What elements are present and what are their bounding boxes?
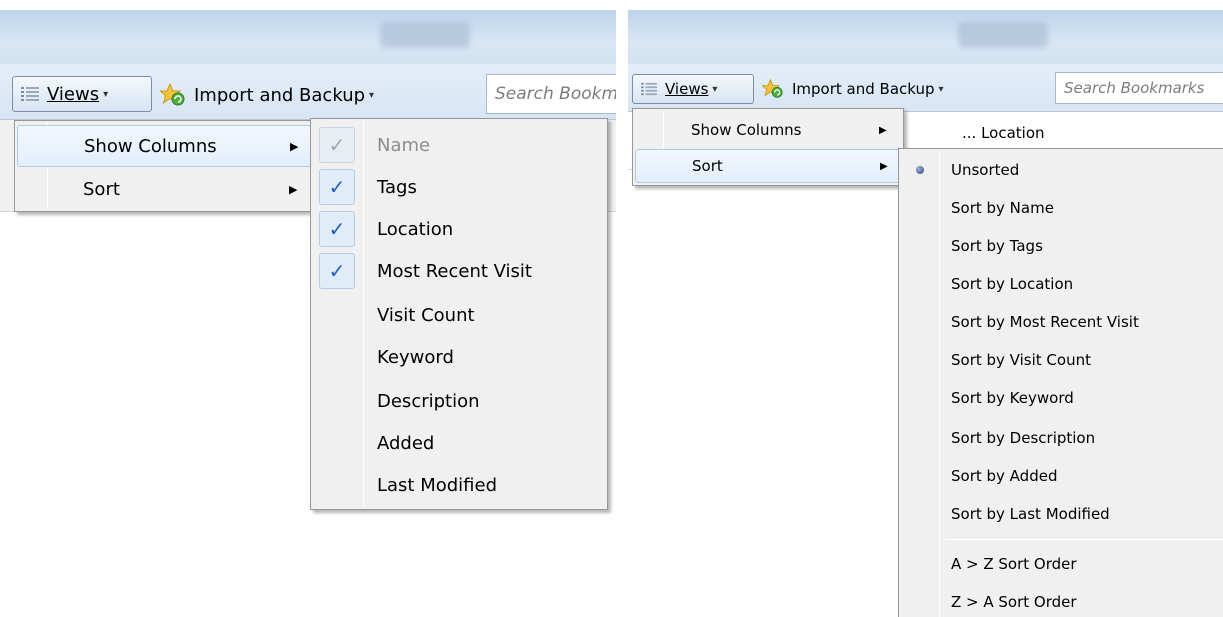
menu-item-sort[interactable]: Sort ▶ <box>635 149 901 183</box>
window-title-strip <box>0 10 616 64</box>
menu-item-show-columns[interactable]: Show Columns ▶ <box>17 125 311 167</box>
show-columns-submenu: ✓ Name ✓ Tags ✓ Location ✓ Most Recent V… <box>310 118 608 510</box>
menu-item-label: Show Columns <box>84 136 217 157</box>
views-menu: Show Columns ▶ Sort ▶ <box>14 120 314 212</box>
radio-bullet-icon <box>907 157 933 183</box>
star-refresh-icon <box>762 79 784 99</box>
column-item-added[interactable]: Added <box>313 423 605 463</box>
chevron-down-icon: ▾ <box>938 83 944 95</box>
submenu-arrow-icon: ▶ <box>289 182 298 196</box>
location-column-header[interactable]: ... Location <box>962 124 1045 142</box>
sort-item-keyword[interactable]: Sort by Keyword <box>901 381 1223 415</box>
column-item-name[interactable]: ✓ Name <box>313 125 605 165</box>
menu-item-show-columns[interactable]: Show Columns ▶ <box>635 113 901 147</box>
column-label: Last Modified <box>377 474 498 496</box>
column-label: Location <box>377 218 454 240</box>
sort-item-z-a[interactable]: Z > A Sort Order <box>901 585 1223 617</box>
column-label: Added <box>377 432 435 454</box>
checkmark-icon: ✓ <box>319 169 355 205</box>
library-toolbar: Views ▾ Import and Backup ▾ <box>628 64 1223 112</box>
sort-label: Sort <box>692 157 723 175</box>
sort-label: Sort by Location <box>951 275 1074 293</box>
sort-label: Sort by Most Recent Visit <box>951 313 1139 331</box>
menu-separator <box>945 539 1223 540</box>
sort-label: Sort <box>83 178 120 200</box>
import-backup-button[interactable]: Import and Backup ▾ <box>160 80 374 110</box>
submenu-arrow-icon: ▶ <box>880 160 888 172</box>
column-item-tags[interactable]: ✓ Tags <box>313 167 605 207</box>
column-item-description[interactable]: Description <box>313 381 605 421</box>
chevron-down-icon: ▾ <box>103 88 109 100</box>
column-label: Most Recent Visit <box>377 260 532 282</box>
submenu-arrow-icon: ▶ <box>879 124 887 136</box>
right-screenshot: Views ▾ Import and Backup ▾ ... Location… <box>628 0 1223 617</box>
search-field[interactable] <box>486 74 616 114</box>
sort-item-location[interactable]: Sort by Location <box>901 267 1223 301</box>
column-item-last-modified[interactable]: Last Modified <box>313 465 605 505</box>
views-label: Views <box>47 83 100 105</box>
sort-label: Sort by Keyword <box>951 389 1074 407</box>
column-item-keyword[interactable]: Keyword <box>313 337 605 377</box>
column-label: Keyword <box>377 346 454 368</box>
chevron-down-icon: ▾ <box>369 89 375 101</box>
column-item-most-recent-visit[interactable]: ✓ Most Recent Visit <box>313 251 605 291</box>
menu-item-sort[interactable]: Sort ▶ <box>17 169 311 209</box>
column-label: Tags <box>377 176 417 198</box>
sort-submenu: Unsorted Sort by Name Sort by Tags Sort … <box>898 148 1223 617</box>
sort-item-description[interactable]: Sort by Description <box>901 421 1223 455</box>
sort-label: Sort by Last Modified <box>951 505 1110 523</box>
blurred-title <box>958 22 1048 48</box>
search-field[interactable] <box>1055 72 1223 104</box>
import-label: Import and Backup <box>792 80 935 98</box>
sort-label: Sort by Visit Count <box>951 351 1091 369</box>
sort-label: Sort by Name <box>951 199 1054 217</box>
search-input[interactable] <box>1064 79 1223 97</box>
views-button[interactable]: Views ▾ <box>632 74 754 104</box>
list-icon <box>21 86 39 102</box>
sort-label: Sort by Description <box>951 429 1096 447</box>
left-screenshot: Views ▾ Import and Backup ▾ Show Columns… <box>0 0 616 617</box>
column-label: Name <box>377 134 431 156</box>
window-title-strip <box>628 10 1223 64</box>
sort-item-unsorted[interactable]: Unsorted <box>901 153 1223 187</box>
chevron-down-icon: ▾ <box>712 83 718 95</box>
column-item-location[interactable]: ✓ Location <box>313 209 605 249</box>
library-toolbar: Views ▾ Import and Backup ▾ <box>0 64 616 120</box>
sort-item-a-z[interactable]: A > Z Sort Order <box>901 547 1223 581</box>
sort-label: Sort by Added <box>951 467 1058 485</box>
sort-label: Z > A Sort Order <box>951 593 1077 611</box>
checkmark-icon: ✓ <box>319 211 355 247</box>
list-icon <box>641 82 657 96</box>
show-columns-label: Show Columns <box>691 121 802 139</box>
sort-item-visit-count[interactable]: Sort by Visit Count <box>901 343 1223 377</box>
sort-label: A > Z Sort Order <box>951 555 1077 573</box>
blurred-title <box>380 22 470 48</box>
import-backup-button[interactable]: Import and Backup ▾ <box>762 76 944 102</box>
column-item-visit-count[interactable]: Visit Count <box>313 295 605 335</box>
submenu-arrow-icon: ▶ <box>290 139 299 153</box>
sort-item-tags[interactable]: Sort by Tags <box>901 229 1223 263</box>
views-button[interactable]: Views ▾ <box>12 76 152 112</box>
search-input[interactable] <box>495 84 616 104</box>
sort-item-added[interactable]: Sort by Added <box>901 459 1223 493</box>
star-refresh-icon <box>160 83 186 107</box>
sort-item-name[interactable]: Sort by Name <box>901 191 1223 225</box>
checkmark-icon: ✓ <box>319 253 355 289</box>
column-label: Visit Count <box>377 304 475 326</box>
sort-label: Sort by Tags <box>951 237 1043 255</box>
column-label: Description <box>377 390 480 412</box>
sort-label: Unsorted <box>951 161 1020 179</box>
views-menu: Show Columns ▶ Sort ▶ <box>632 108 904 186</box>
import-label: Import and Backup <box>194 84 366 106</box>
checkmark-icon: ✓ <box>319 127 355 163</box>
sort-item-most-recent-visit[interactable]: Sort by Most Recent Visit <box>901 305 1223 339</box>
views-label: Views <box>665 80 709 98</box>
show-columns-label: Show Columns <box>84 135 217 157</box>
sort-item-last-modified[interactable]: Sort by Last Modified <box>901 497 1223 531</box>
